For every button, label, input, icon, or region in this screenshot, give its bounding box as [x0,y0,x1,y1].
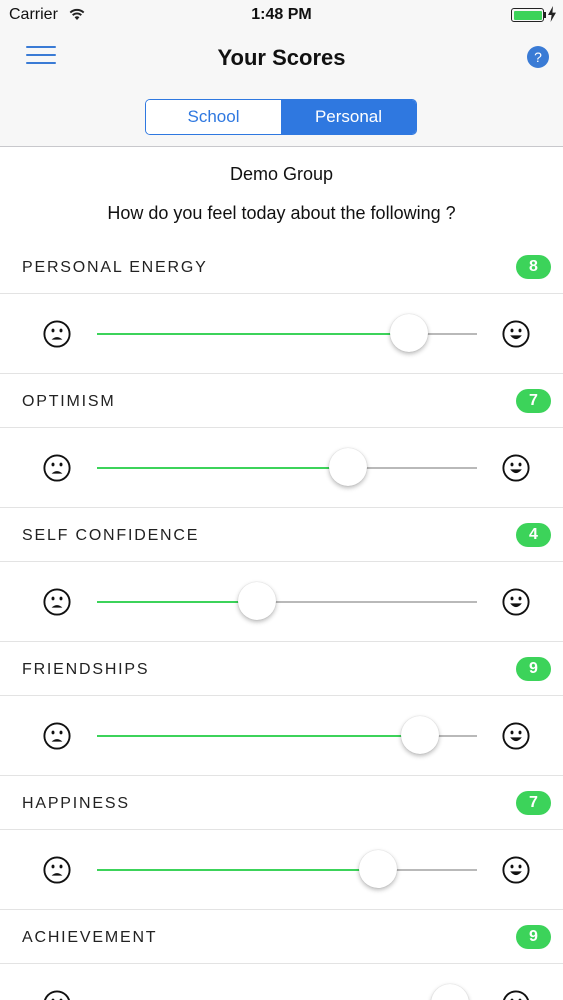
slider-row [0,696,563,776]
sad-face-icon [43,990,71,1000]
slider-fill [97,467,348,469]
slider-thumb[interactable] [237,582,276,620]
metric-label: PERSONAL ENERGY [22,259,208,276]
metric-header: ACHIEVEMENT 9 [0,910,563,964]
status-time: 1:48 PM [251,6,312,23]
score-badge: 9 [516,657,551,681]
slider-thumb[interactable] [328,448,367,486]
group-name: Demo Group [229,164,334,184]
score-slider[interactable] [97,448,477,486]
metric-self-confidence: SELF CONFIDENCE 4 [0,508,563,642]
happy-face-icon [502,320,530,353]
score-badge: 9 [516,925,551,949]
score-slider[interactable] [97,582,477,620]
score-badge: 7 [516,389,551,413]
slider-fill [97,735,420,737]
charging-bolt-icon [548,6,556,22]
sad-face-icon [43,722,71,755]
metric-label: SELF CONFIDENCE [22,527,200,544]
happy-face-icon [502,722,530,755]
slider-row [0,830,563,910]
slider-row [0,294,563,374]
survey-prompt: How do you feel today about the followin… [107,203,456,223]
metric-achievement: ACHIEVEMENT 9 [0,910,563,1000]
metric-header: FRIENDSHIPS 9 [0,642,563,696]
slider-thumb[interactable] [359,850,398,888]
help-question-icon[interactable]: ? [527,46,549,68]
battery-cap [544,12,546,18]
metric-label: OPTIMISM [22,393,116,410]
metrics-list: PERSONAL ENERGY 8 OPTIMISM 7 SELF CONFIDENCE… [0,240,563,1000]
sad-face-icon [43,856,71,889]
segment-school[interactable]: School [146,100,281,134]
sad-face-icon [43,454,71,487]
metric-label: ACHIEVEMENT [22,929,158,946]
slider-thumb[interactable] [401,716,439,754]
metric-friendships: FRIENDSHIPS 9 [0,642,563,776]
slider-row [0,964,563,1000]
slider-row [0,428,563,508]
score-badge: 8 [516,255,551,279]
metric-header: SELF CONFIDENCE 4 [0,508,563,562]
status-bar: Carrier 1:48 PM [0,0,563,30]
score-badge: 4 [516,523,551,547]
happy-face-icon [502,990,530,1000]
happy-face-icon [502,454,530,487]
slider-thumb[interactable] [431,984,470,1000]
score-badge: 7 [516,791,551,815]
slider-fill [97,333,409,335]
metric-header: PERSONAL ENERGY 8 [0,240,563,294]
metric-optimism: OPTIMISM 7 [0,374,563,508]
battery-icon [511,8,544,22]
happy-face-icon [502,588,530,621]
metric-happiness: HAPPINESS 7 [0,776,563,910]
page-title: Your Scores [217,45,346,70]
metric-label: HAPPINESS [22,795,130,812]
metric-label: FRIENDSHIPS [22,661,150,678]
score-slider[interactable] [97,314,477,352]
slider-thumb[interactable] [389,314,428,352]
metric-header: HAPPINESS 7 [0,776,563,830]
segmented-control: School Personal [145,99,417,135]
sad-face-icon [43,320,71,353]
slider-fill [97,601,257,603]
navigation-bar: Your Scores ? School Personal [0,30,563,147]
metric-personal-energy: PERSONAL ENERGY 8 [0,240,563,374]
segment-personal[interactable]: Personal [281,100,416,134]
happy-face-icon [502,856,530,889]
score-slider[interactable] [97,716,477,754]
metric-header: OPTIMISM 7 [0,374,563,428]
slider-row [0,562,563,642]
sad-face-icon [43,588,71,621]
score-slider[interactable] [97,850,477,888]
slider-fill [97,869,379,871]
